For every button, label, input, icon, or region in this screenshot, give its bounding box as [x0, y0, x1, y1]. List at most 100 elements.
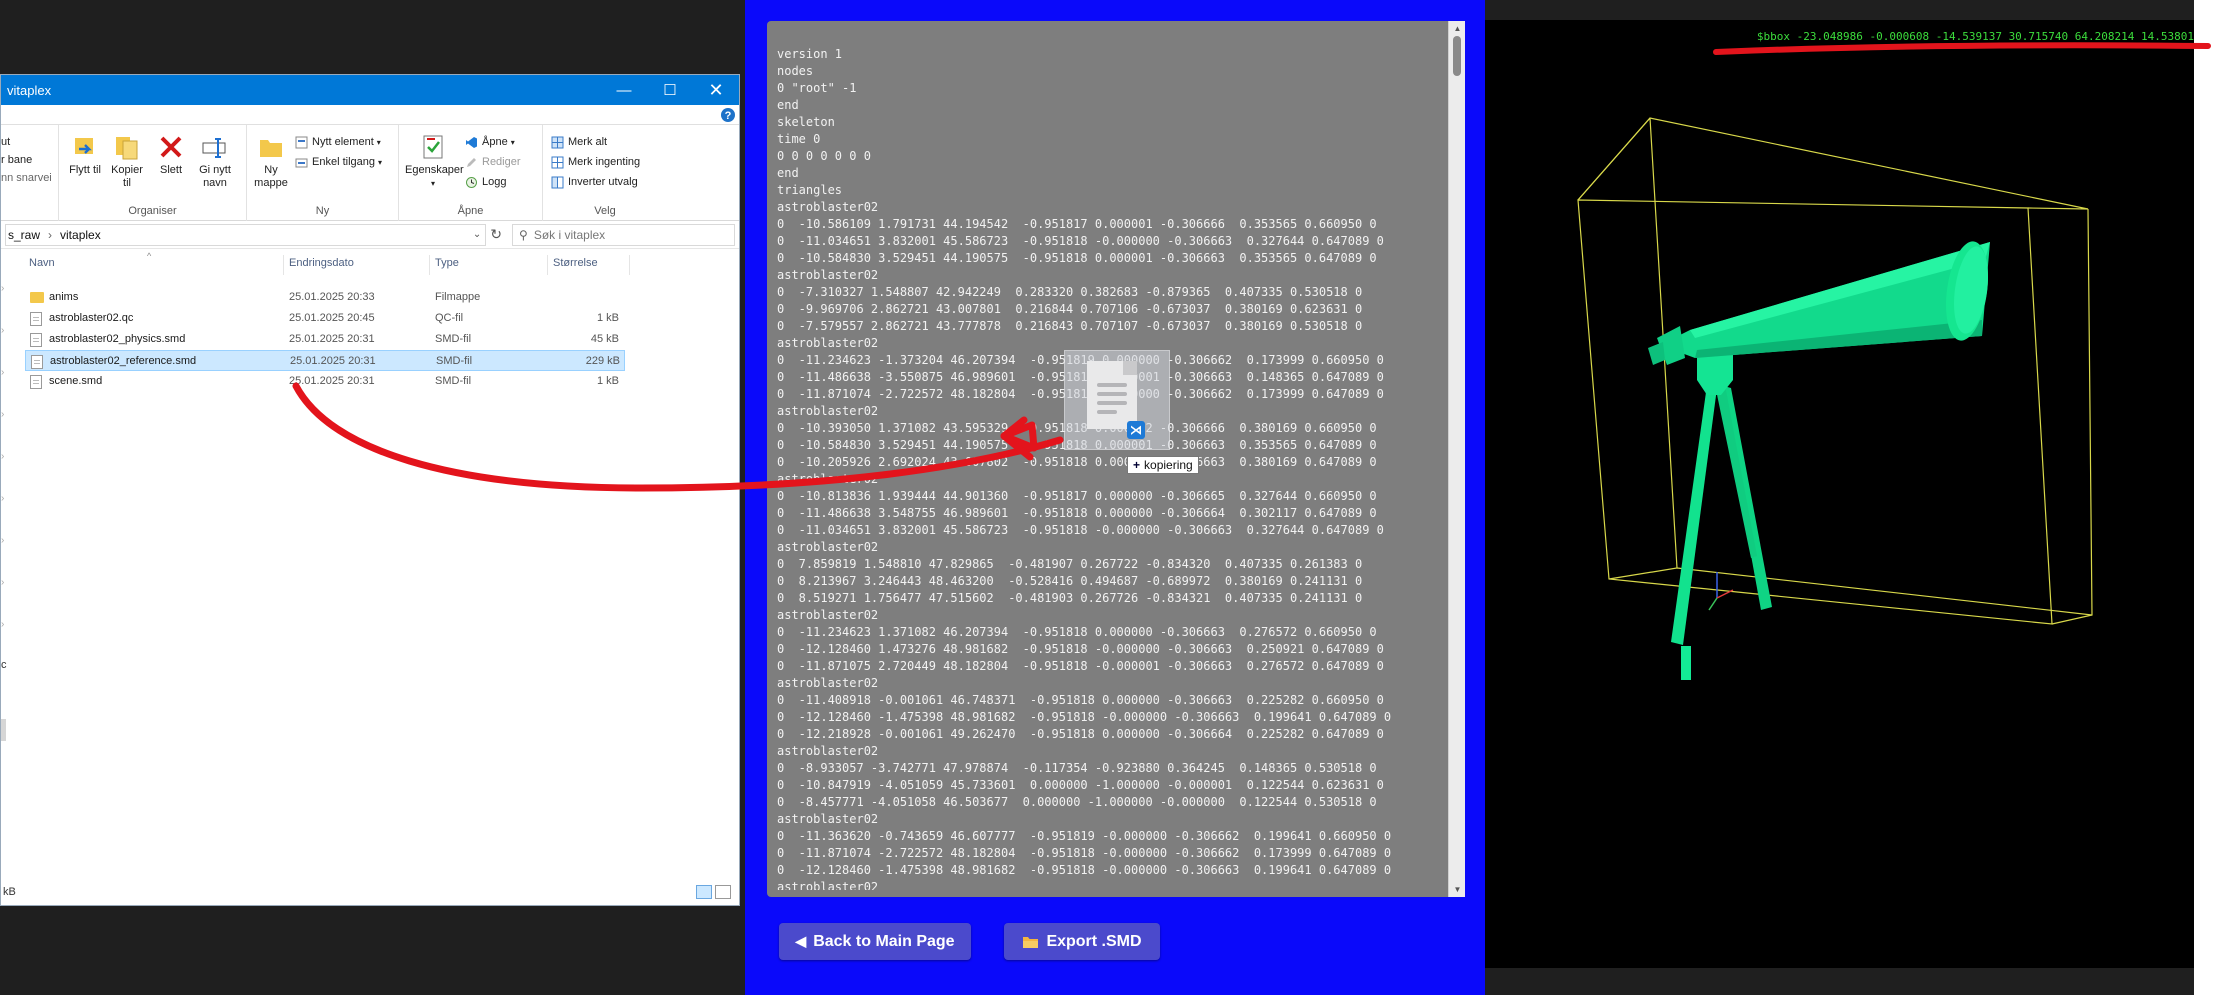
large-icons-view-icon[interactable] [715, 885, 731, 899]
nav-expand-icon[interactable]: › [1, 577, 4, 588]
select-all-button[interactable]: Merk alt [551, 133, 607, 151]
search-input[interactable]: ⚲ Søk i vitaplex [512, 223, 735, 246]
new-group: Ny mappe Nytt element ▾ Enkel tilgang ▾ … [247, 125, 399, 221]
open-with-button[interactable]: Åpne ▾ [465, 133, 515, 151]
file-date: 25.01.2025 20:31 [289, 333, 375, 345]
smd-line: astroblaster02 [777, 608, 879, 622]
history-icon [466, 176, 477, 188]
copy-path-label: r bane [1, 154, 33, 166]
history-button[interactable]: Logg [465, 173, 506, 191]
nav-expand-icon[interactable]: › [1, 451, 4, 462]
nav-expand-icon[interactable]: › [1, 325, 4, 336]
smd-line: 0 -11.871075 2.720449 48.182804 -0.95181… [777, 659, 1384, 673]
column-size[interactable]: Størrelse [553, 257, 598, 269]
breadcrumb-current[interactable]: vitaplex [60, 228, 101, 242]
document-line [1097, 410, 1117, 414]
svg-text:?: ? [725, 110, 732, 122]
back-to-main-button[interactable]: ◀ Back to Main Page [779, 923, 971, 960]
delete-button[interactable]: Slett [151, 133, 191, 177]
help-icon[interactable]: ? [1, 105, 740, 125]
file-size: 45 kB [590, 333, 619, 345]
vertical-scrollbar[interactable]: ▲ ▼ [1448, 21, 1465, 897]
axis-gizmo-icon [1708, 572, 1734, 611]
nav-expand-icon[interactable]: › [1, 535, 4, 546]
smd-line: version 1 [777, 47, 843, 61]
search-icon: ⚲ [519, 227, 528, 242]
copy-to-button[interactable]: Kopier til [107, 133, 147, 190]
nav-expand-icon[interactable]: › [1, 367, 4, 378]
breadcrumb-separator-icon: › [48, 227, 53, 242]
rename-button[interactable]: Gi nytt navn [195, 133, 235, 190]
nav-expand-icon[interactable]: › [1, 493, 4, 504]
select-none-label: Merk ingenting [568, 156, 641, 168]
copy-to-label: Kopier til [111, 164, 143, 189]
copy-tooltip: + kopiering [1127, 456, 1199, 474]
details-view-icon[interactable] [696, 885, 712, 899]
back-arrow-icon: ◀ [795, 933, 807, 949]
vscode-icon: ⋊ [1127, 421, 1145, 439]
export-button-label: Export .SMD [1046, 932, 1142, 950]
vscode-icon [466, 136, 477, 148]
new-item-label: Nytt element [312, 136, 374, 148]
column-type[interactable]: Type [435, 257, 459, 269]
nav-expand-icon[interactable]: › [1, 409, 4, 420]
export-smd-button[interactable]: Export .SMD [1004, 923, 1160, 960]
file-row[interactable]: anims 25.01.2025 20:33 Filmappe [25, 287, 625, 308]
file-row[interactable]: scene.smd 25.01.2025 20:31 SMD-fil 1 kB [25, 371, 625, 392]
column-divider[interactable] [629, 255, 630, 275]
status-bar: kB [1, 881, 739, 903]
minimize-button[interactable]: — [601, 75, 647, 105]
file-row[interactable]: astroblaster02_physics.smd 25.01.2025 20… [25, 329, 625, 350]
smd-line: 0 -12.218928 -0.001061 49.262470 -0.9518… [777, 727, 1384, 741]
address-dropdown-icon[interactable]: ⌄ [473, 229, 481, 240]
invert-selection-button[interactable]: Inverter utvalg [551, 173, 638, 191]
easy-access-button[interactable]: Enkel tilgang ▾ [295, 153, 382, 171]
model-viewer[interactable]: $bbox -23.048986 -0.000608 -14.539137 30… [1485, 20, 2194, 968]
new-folder-button[interactable]: Ny mappe [251, 133, 291, 190]
file-row-selected[interactable]: astroblaster02_reference.smd 25.01.2025 … [25, 350, 625, 371]
edit-button[interactable]: Rediger [465, 153, 521, 171]
cut-button[interactable]: ut [1, 133, 10, 151]
scroll-down-icon[interactable]: ▼ [1449, 885, 1466, 894]
copy-path-button[interactable]: r bane [1, 151, 32, 169]
new-item-button[interactable]: Nytt element ▾ [295, 133, 381, 151]
scroll-up-icon[interactable]: ▲ [1449, 24, 1466, 33]
column-date[interactable]: Endringsdato [289, 257, 354, 269]
file-icon [31, 355, 43, 369]
model-viewport[interactable] [1485, 20, 2194, 968]
properties-label: Egenskaper [405, 164, 464, 176]
close-button[interactable]: ✕ [693, 75, 739, 105]
file-name: anims [49, 291, 79, 303]
column-divider[interactable] [547, 255, 548, 275]
properties-dropdown-icon: ▾ [430, 179, 435, 188]
smd-line: skeleton [777, 115, 835, 129]
nav-pane-scrollbar[interactable] [1, 719, 6, 741]
paste-shortcut-label: nn snarvei [1, 172, 52, 184]
refresh-icon[interactable]: ↻ [486, 226, 506, 243]
nav-expand-icon[interactable]: › [1, 619, 4, 630]
smd-content[interactable]: version 1 nodes 0 "root" -1 end skeleton time… [777, 46, 1437, 890]
file-row[interactable]: astroblaster02.qc 25.01.2025 20:45 QC-fi… [25, 308, 625, 329]
smd-line: 0 -8.457771 -4.051058 46.503677 0.000000… [777, 795, 1377, 809]
smd-line: astroblaster02 [777, 812, 879, 826]
smd-line: 0 -12.128460 -1.475398 48.981682 -0.9518… [777, 710, 1392, 724]
bounding-box [1577, 117, 2093, 625]
move-to-button[interactable]: Flytt til [65, 133, 105, 177]
column-divider[interactable] [429, 255, 430, 275]
paste-shortcut-button[interactable]: nn snarvei [1, 169, 52, 187]
column-name[interactable]: Navn [29, 257, 55, 269]
smd-text-area[interactable]: version 1 nodes 0 "root" -1 end skeleton time… [767, 21, 1465, 897]
maximize-button[interactable]: ☐ [647, 75, 693, 105]
properties-button[interactable]: Egenskaper ▾ [405, 133, 464, 190]
select-none-button[interactable]: Merk ingenting [551, 153, 640, 171]
open-group: Egenskaper ▾ Åpne ▾ Rediger Logg Åpne [399, 125, 543, 221]
address-field[interactable]: s_raw › vitaplex ⌄ [5, 223, 487, 246]
column-divider[interactable] [283, 255, 284, 275]
breadcrumb-parent[interactable]: s_raw [8, 228, 40, 242]
file-name: scene.smd [49, 375, 103, 387]
smd-line: 0 -11.408918 -0.001061 46.748371 -0.9518… [777, 693, 1384, 707]
select-all-icon [551, 136, 564, 148]
smd-line: 0 -10.847919 -4.051059 45.733601 0.00000… [777, 778, 1384, 792]
scrollbar-thumb[interactable] [1453, 36, 1461, 76]
nav-expand-icon[interactable]: › [1, 283, 4, 294]
